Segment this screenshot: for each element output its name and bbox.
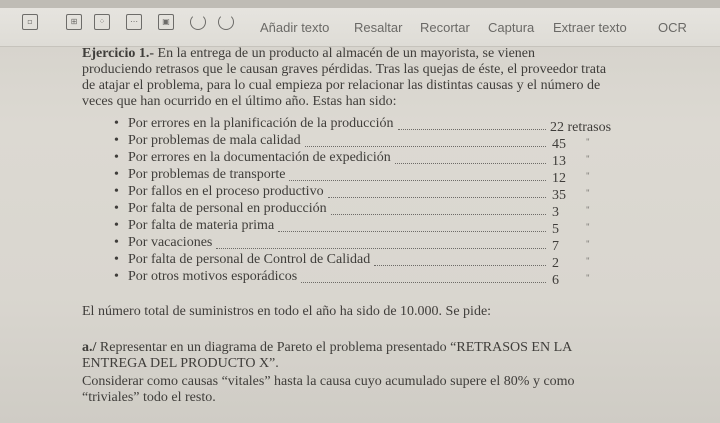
bullet-icon: • (114, 116, 119, 131)
ocr-button[interactable]: OCR (658, 20, 687, 35)
cause-count: 7 (552, 239, 559, 254)
cause-count: 5 (552, 222, 559, 237)
ditto-mark: " (586, 188, 590, 198)
intro-line-1: Ejercicio 1.- En la entrega de un produc… (82, 46, 536, 61)
capture-button[interactable]: Captura (488, 20, 534, 35)
cause-count: 2 (552, 256, 559, 271)
cause-count: 22 retrasos (550, 120, 612, 135)
ditto-mark: " (586, 137, 590, 147)
dotted-leader (301, 282, 546, 283)
dotted-leader (327, 197, 546, 198)
redo-icon[interactable] (218, 14, 234, 30)
dotted-leader (304, 146, 546, 147)
add-text-button[interactable]: Añadir texto (260, 20, 329, 35)
cause-text: Por problemas de mala calidad (128, 133, 301, 148)
undo-icon[interactable] (190, 14, 206, 30)
bullet-icon: • (114, 235, 119, 250)
page-icon[interactable]: ▫ (22, 14, 38, 30)
cause-count: 45 (552, 137, 566, 152)
pdf-toolbar: ▫ ⊞ ⁘ ⋯ ▣ Añadir texto Resaltar Recortar… (0, 8, 720, 47)
total-line: El número total de suministros en todo e… (82, 304, 492, 319)
grid-icon[interactable]: ⁘ (94, 14, 110, 30)
cause-text: Por falta de materia prima (128, 218, 275, 233)
exercise-heading: Ejercicio 1.- (82, 46, 155, 61)
cause-count: 13 (552, 154, 566, 169)
dotted-leader (394, 163, 546, 164)
part-a-line-2: ENTREGA DEL PRODUCTO X”. (82, 356, 279, 371)
dotted-leader (397, 129, 546, 130)
document-page: Ejercicio 1.- En la entrega de un produc… (0, 46, 720, 423)
bullet-icon: • (114, 201, 119, 216)
crop-button[interactable]: Recortar (420, 20, 470, 35)
bullet-icon: • (114, 150, 119, 165)
bullet-icon: • (114, 218, 119, 233)
frame-icon[interactable]: ▣ (158, 14, 174, 30)
ditto-mark: " (586, 205, 590, 215)
cause-count: 35 (552, 188, 566, 203)
top-edge (0, 0, 720, 8)
dotted-leader (374, 265, 546, 266)
ditto-mark: " (586, 256, 590, 266)
cause-text: Por vacaciones (128, 235, 213, 250)
ditto-mark: " (586, 222, 590, 232)
intro-line-4: veces que han ocurrido en el último año.… (82, 94, 397, 109)
ditto-mark: " (586, 171, 590, 181)
bullet-icon: • (114, 167, 119, 182)
bullet-icon: • (114, 269, 119, 284)
select-icon[interactable]: ⋯ (126, 14, 142, 30)
cause-text: Por otros motivos esporádicos (128, 269, 298, 284)
ditto-mark: " (586, 239, 590, 249)
dotted-leader (278, 231, 546, 232)
layout-icon[interactable]: ⊞ (66, 14, 82, 30)
cause-count: 12 (552, 171, 566, 186)
intro-line-2: produciendo retrasos que le causan grave… (82, 62, 607, 77)
intro-line-3: de atajar el problema, para lo cual empi… (82, 78, 601, 93)
cause-count: 6 (552, 273, 559, 288)
ditto-mark: " (586, 273, 590, 283)
dotted-leader (216, 248, 546, 249)
consider-line-2: “triviales” todo el resto. (82, 390, 216, 405)
dotted-leader (289, 180, 546, 181)
cause-text: Por falta de personal en producción (128, 201, 327, 216)
part-a-line-1: a./ Representar en un diagrama de Pareto… (82, 340, 573, 355)
bullet-icon: • (114, 133, 119, 148)
cause-text: Por fallos en el proceso productivo (128, 184, 324, 199)
cause-count: 3 (552, 205, 559, 220)
dotted-leader (330, 214, 546, 215)
cause-text: Por falta de personal de Control de Cali… (128, 252, 371, 267)
cause-text: Por errores en la documentación de exped… (128, 150, 391, 165)
extract-text-button[interactable]: Extraer texto (553, 20, 627, 35)
cause-text: Por errores en la planificación de la pr… (128, 116, 394, 131)
bullet-icon: • (114, 252, 119, 267)
ditto-mark: " (586, 154, 590, 164)
bullet-icon: • (114, 184, 119, 199)
highlight-button[interactable]: Resaltar (354, 20, 402, 35)
part-a-label: a./ (82, 340, 97, 355)
consider-line-1: Considerar como causas “vitales” hasta l… (82, 374, 575, 389)
cause-text: Por problemas de transporte (128, 167, 286, 182)
